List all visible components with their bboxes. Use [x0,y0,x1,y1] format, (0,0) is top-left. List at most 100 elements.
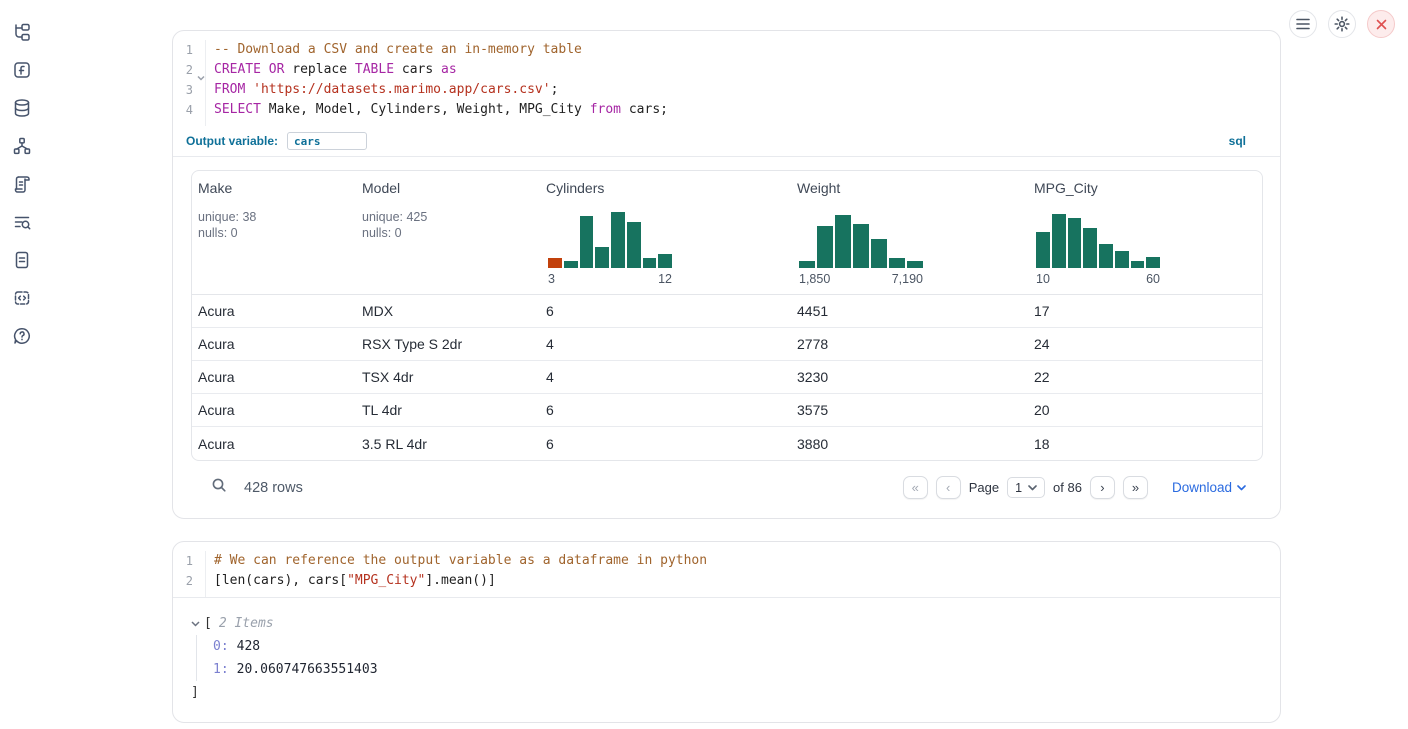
cylinders-histogram: 3 12 [548,212,672,286]
sql-cell: 1 2 3 4 -- Download a CSV and create an … [172,30,1281,519]
histogram-bar[interactable] [627,222,641,268]
python-code: # We can reference the output variable a… [206,551,719,597]
column-header-cylinders[interactable]: Cylinders 3 12 [540,171,791,294]
code-line: # We can reference the output variable a… [214,551,707,571]
histogram-bar[interactable] [1099,244,1113,268]
histogram-bar[interactable] [548,258,562,268]
histogram-bar[interactable] [853,224,869,268]
menu-icon[interactable] [1289,10,1317,38]
histogram-bar[interactable] [1068,218,1082,268]
sql-comment: -- Download a CSV and create an in-memor… [214,42,582,57]
shutdown-close-icon[interactable] [1367,10,1395,38]
prev-page-button[interactable]: ‹ [936,476,961,499]
python-comment: # We can reference the output variable a… [214,553,707,568]
document-icon[interactable] [11,249,33,271]
line-number: 2 [186,63,193,77]
first-page-button[interactable]: « [903,476,928,499]
pagination: « ‹ Page 1 of 86 › » Download [903,476,1246,499]
item-index: 1: [213,662,229,677]
table-row[interactable]: Acura TL 4dr 6 3575 20 [192,394,1262,427]
sql-code: -- Download a CSV and create an in-memor… [206,40,680,126]
output-variable-input[interactable] [287,132,367,150]
python-code-editor[interactable]: 1 2 # We can reference the output variab… [173,542,1280,598]
table-row[interactable]: Acura RSX Type S 2dr 4 2778 24 [192,328,1262,361]
line-number-gutter: 1 2 [173,551,206,597]
code-line: FROM 'https://datasets.marimo.app/cars.c… [214,80,668,100]
scroll-icon[interactable] [11,173,33,195]
function-icon[interactable] [11,59,33,81]
data-table: Make unique: 38 nulls: 0 Model unique: 4… [191,170,1263,461]
column-header-model[interactable]: Model unique: 425 nulls: 0 [356,171,540,294]
histogram-bar[interactable] [1131,261,1145,268]
list-item: 0:428 [213,635,1262,658]
histogram-bar[interactable] [835,215,851,268]
settings-gear-icon[interactable] [1328,10,1356,38]
line-number-gutter: 1 2 3 4 [173,40,206,126]
database-icon[interactable] [11,97,33,119]
list-item: 1: 20.060747663551403 [213,658,1262,681]
code-line: CREATE OR replace TABLE cars as [214,60,668,80]
last-page-button[interactable]: » [1123,476,1148,499]
output-variable-row: Output variable: sql [173,126,1280,157]
histogram-bar[interactable] [907,261,923,268]
column-header-make[interactable]: Make unique: 38 nulls: 0 [192,171,356,294]
mpg-city-histogram: 10 60 [1036,212,1160,286]
dependency-graph-icon[interactable] [11,135,33,157]
histogram-bar[interactable] [1115,251,1129,268]
line-number: 3 [186,83,193,97]
weight-histogram: 1,850 7,190 [799,212,923,286]
line-number: 2 [186,574,193,588]
sql-code-editor[interactable]: 1 2 3 4 -- Download a CSV and create an … [173,31,1280,126]
axis-max-label: 7,190 [892,272,923,286]
histogram-bar[interactable] [889,258,905,268]
download-button[interactable]: Download [1172,480,1246,495]
column-header-mpg-city[interactable]: MPG_City 10 60 [1028,171,1262,294]
items-count-label: 2 Items [219,612,274,635]
python-cell: 1 2 # We can reference the output variab… [172,541,1281,723]
histogram-bar[interactable] [1036,232,1050,268]
item-index: 0: [213,639,229,654]
table-header-row: Make unique: 38 nulls: 0 Model unique: 4… [192,171,1262,295]
logs-search-icon[interactable] [11,211,33,233]
histogram-bar[interactable] [1052,214,1066,268]
file-tree-icon[interactable] [11,21,33,43]
item-value: 20.060747663551403 [237,662,378,677]
axis-min-label: 1,850 [799,272,830,286]
column-stats: unique: 425 nulls: 0 [362,209,532,241]
histogram-bar[interactable] [580,216,594,268]
axis-max-label: 12 [658,272,672,286]
search-icon[interactable] [211,477,227,498]
sql-url-string: 'https://datasets.marimo.app/cars.csv' [253,82,550,97]
histogram-bar[interactable] [871,239,887,268]
table-row[interactable]: Acura 3.5 RL 4dr 6 3880 18 [192,427,1262,460]
histogram-bar[interactable] [611,212,625,268]
topbar-actions [1289,10,1395,38]
histogram-bar[interactable] [799,261,815,268]
histogram-bar[interactable] [1146,257,1160,268]
table-row[interactable]: Acura TSX 4dr 4 3230 22 [192,361,1262,394]
page-total: of 86 [1053,480,1082,495]
code-line: [len(cars), cars["MPG_City"].mean()] [214,571,707,591]
sql-output: Make unique: 38 nulls: 0 Model unique: 4… [173,157,1280,518]
column-header-weight[interactable]: Weight 1,850 7,190 [791,171,1028,294]
code-line: -- Download a CSV and create an in-memor… [214,40,668,60]
output-variable-label: Output variable: [186,134,278,148]
help-icon[interactable] [11,325,33,347]
open-bracket: [ [204,612,212,635]
histogram-bar[interactable] [595,247,609,268]
page-select[interactable]: 1 [1007,477,1045,498]
histogram-bar[interactable] [658,254,672,268]
histogram-bar[interactable] [1083,228,1097,268]
histogram-bar[interactable] [817,226,833,268]
histogram-bar[interactable] [643,258,657,268]
histogram-bar[interactable] [564,261,578,268]
axis-max-label: 60 [1146,272,1160,286]
next-page-button[interactable]: › [1090,476,1115,499]
line-number: 1 [186,554,193,568]
notebook: 1 2 3 4 -- Download a CSV and create an … [172,30,1281,723]
table-row[interactable]: Acura MDX 6 4451 17 [192,295,1262,328]
language-badge: sql [1229,134,1246,148]
snippets-icon[interactable] [11,287,33,309]
table-footer: 428 rows « ‹ Page 1 of 86 › » Download [191,461,1263,518]
collapse-chevron-icon[interactable] [191,621,200,627]
